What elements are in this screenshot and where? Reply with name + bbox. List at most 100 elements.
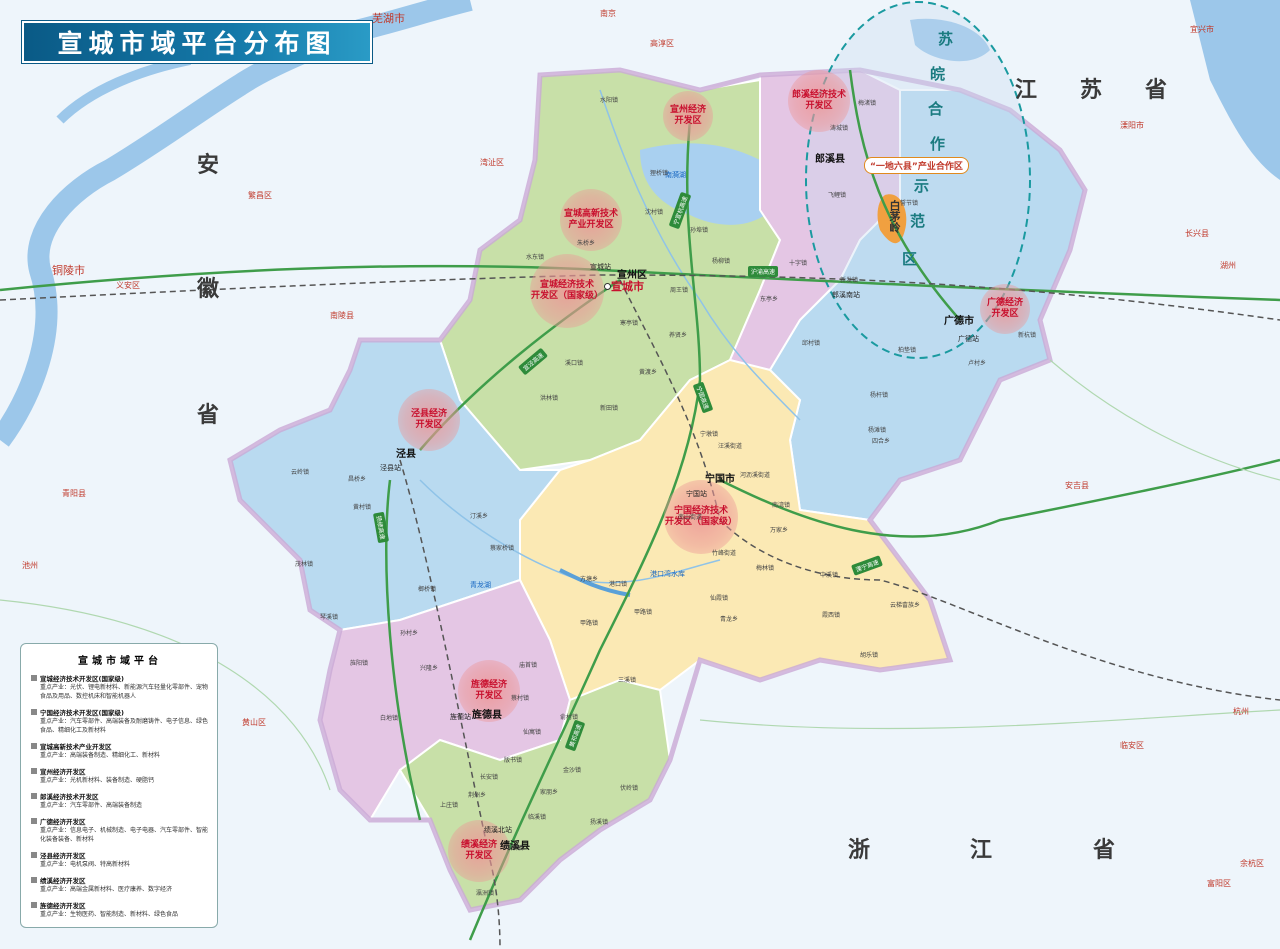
town-label: 家朋乡 [540,789,559,796]
coop-char: 示 [914,177,930,195]
city-label: 郎溪县 [815,154,845,165]
legend-item-desc: 重点产业：光伏、锂电新材料、新能源汽车轻量化零部件、宠物食品及用品、数控机床和智… [40,684,209,700]
town-label: 寒亭镇 [620,320,639,327]
town-label: 甲路镇 [580,620,599,627]
town-label: 溪口镇 [565,360,584,367]
town-label: 云梯畲族乡 [890,602,921,609]
legend-item-name: 宣州经济开发区 [31,766,209,776]
town-label: 瀛洲镇 [476,890,495,897]
town-label: 梅林镇 [756,565,775,572]
legend-item-name: 旌德经济开发区 [31,900,209,910]
town-label: 蔡村镇 [511,695,530,702]
town-label: 黄渡乡 [639,369,658,376]
legend-item: 宣城高新技术产业开发区 重点产业：高端装备制造、精细化工、新材料 [31,741,209,760]
city-marker [604,283,611,290]
zone-label: 宣州经济 开发区 [669,105,706,126]
legend-item-desc: 重点产业：高端装备制造、精细化工、新材料 [40,752,161,759]
outside-city-label: 繁昌区 [248,191,272,200]
town-label: 新杭镇 [1018,332,1037,339]
legend-item-name: 绩溪经济开发区 [31,875,209,885]
outside-city-label: 临安区 [1120,741,1144,750]
lake-label: 南漪湖 [665,171,686,179]
map-title-text: 宣城市域平台分布图 [57,29,337,58]
zone-label: 旌德经济 开发区 [470,680,507,701]
town-label: 汪溪街道 [718,443,743,450]
legend-item-name: 泾县经济开发区 [31,850,209,860]
expressway-badge: 沪渝高速 [748,266,779,277]
town-label: 孙村乡 [400,630,419,637]
town-label: 涛城镇 [830,125,849,132]
town-label: 扬溪镇 [590,819,609,826]
legend-item: 绩溪经济开发区 重点产业：高端金属新材料、医疗康养、数字经济 [31,875,209,894]
outside-city-label: 南京 [600,9,616,18]
coop-char: 区 [902,250,918,268]
zone-guangde: 广德经济 开发区 [980,284,1030,334]
town-label: 狸桥镇 [650,170,669,177]
town-label: 云岭镇 [291,469,310,476]
legend-panel: 宣城市域平台 宣城经济技术开发区(国家级) 重点产业：光伏、锂电新材料、新能源汽… [20,643,218,928]
outside-city-label: 湾沚区 [480,158,504,167]
town-label: 荆州乡 [468,792,487,799]
town-label: 版书镇 [504,757,523,764]
town-label: 梅渚镇 [858,100,877,107]
town-label: 河沥溪街道 [740,472,771,479]
legend-item: 旌德经济开发区 重点产业：生物医药、智能制造、新材料、绿色食品 [31,900,209,919]
zone-label: 宣城经济技术 开发区（国家级） [530,280,603,301]
town-label: 邱村镇 [802,340,821,347]
town-label: 庙首镇 [519,662,538,669]
town-label: 甲路镇 [634,609,653,616]
legend-item-desc: 重点产业：电机泵阀、特高新材料 [40,861,131,868]
legend-item-name: 郎溪经济技术开发区 [31,791,209,801]
town-label: 仙寓镇 [523,729,542,736]
lake-label: 青龙湖 [470,581,491,589]
station-label: 绩溪北站 [484,826,512,834]
town-label: 养贤乡 [669,332,688,339]
map-title: 宣城市域平台分布图 [22,21,372,63]
town-label: 南湾镇 [772,502,791,509]
town-label: 新田镇 [600,405,619,412]
legend-item-name: 广德经济开发区 [31,816,209,826]
zone-label: 郎溪经济技术 开发区 [791,90,846,111]
legend-item: 郎溪经济技术开发区 重点产业：汽车零部件、高端装备制造 [31,791,209,810]
station-label: 旌德站 [450,713,471,721]
town-label: 卢村乡 [968,360,987,367]
city-label: 广德市 [944,316,974,327]
legend-item-name: 宣城高新技术产业开发区 [31,741,209,751]
town-label: 东亭乡 [760,296,779,303]
outside-city-label: 宜兴市 [1190,25,1214,34]
coop-zone-label: “一地六县”产业合作区 [864,157,969,174]
station-label: 宁国站 [686,490,707,498]
town-label: 青龙乡 [720,616,739,623]
town-label: 新发镇 [840,277,859,284]
town-label: 仙霞镇 [710,595,729,602]
legend-item-desc: 重点产业：生物医药、智能制造、新材料、绿色食品 [40,911,179,918]
town-label: 中溪镇 [820,572,839,579]
town-label: 白地镇 [380,715,399,722]
province-label-jiangsu-1: 江 [1015,77,1038,103]
legend-title: 宣城市域平台 [78,656,162,667]
town-label: 茂林镇 [295,561,314,568]
coop-char: 苏 [938,30,954,48]
station-label: 宣城站 [590,263,611,271]
town-label: 沈村镇 [645,209,664,216]
legend-item-desc: 重点产业：高端金属新材料、医疗康养、数字经济 [40,886,173,893]
legend-item-name: 宁国经济技术开发区(国家级) [31,707,209,717]
town-label: 华阳镇 [505,845,524,852]
outside-city-label: 安吉县 [1065,481,1089,490]
outside-city-label: 富阳区 [1207,879,1231,888]
town-label: 临溪镇 [528,814,547,821]
city-label: 泾县 [396,449,416,460]
outside-city-label: 高淳区 [650,39,674,48]
legend-item-name: 宣城经济技术开发区(国家级) [31,673,209,683]
legend-item-desc: 重点产业：汽车零部件、高端装备制造 [40,802,143,809]
town-label: 榔桥镇 [418,586,437,593]
station-label: 广德站 [958,335,979,343]
town-label: 汀溪乡 [470,513,489,520]
province-label-zhejiang-3: 省 [1093,837,1116,863]
province-label-zhejiang-1: 浙 [848,837,871,863]
zone-label: 绩溪经济 开发区 [460,840,497,861]
province-label-jiangsu-3: 省 [1145,77,1168,103]
zone-label: 宣城高新技术 产业开发区 [563,209,618,230]
outside-city-label: 黄山区 [242,718,266,727]
outside-city-label: 池州 [22,561,38,570]
